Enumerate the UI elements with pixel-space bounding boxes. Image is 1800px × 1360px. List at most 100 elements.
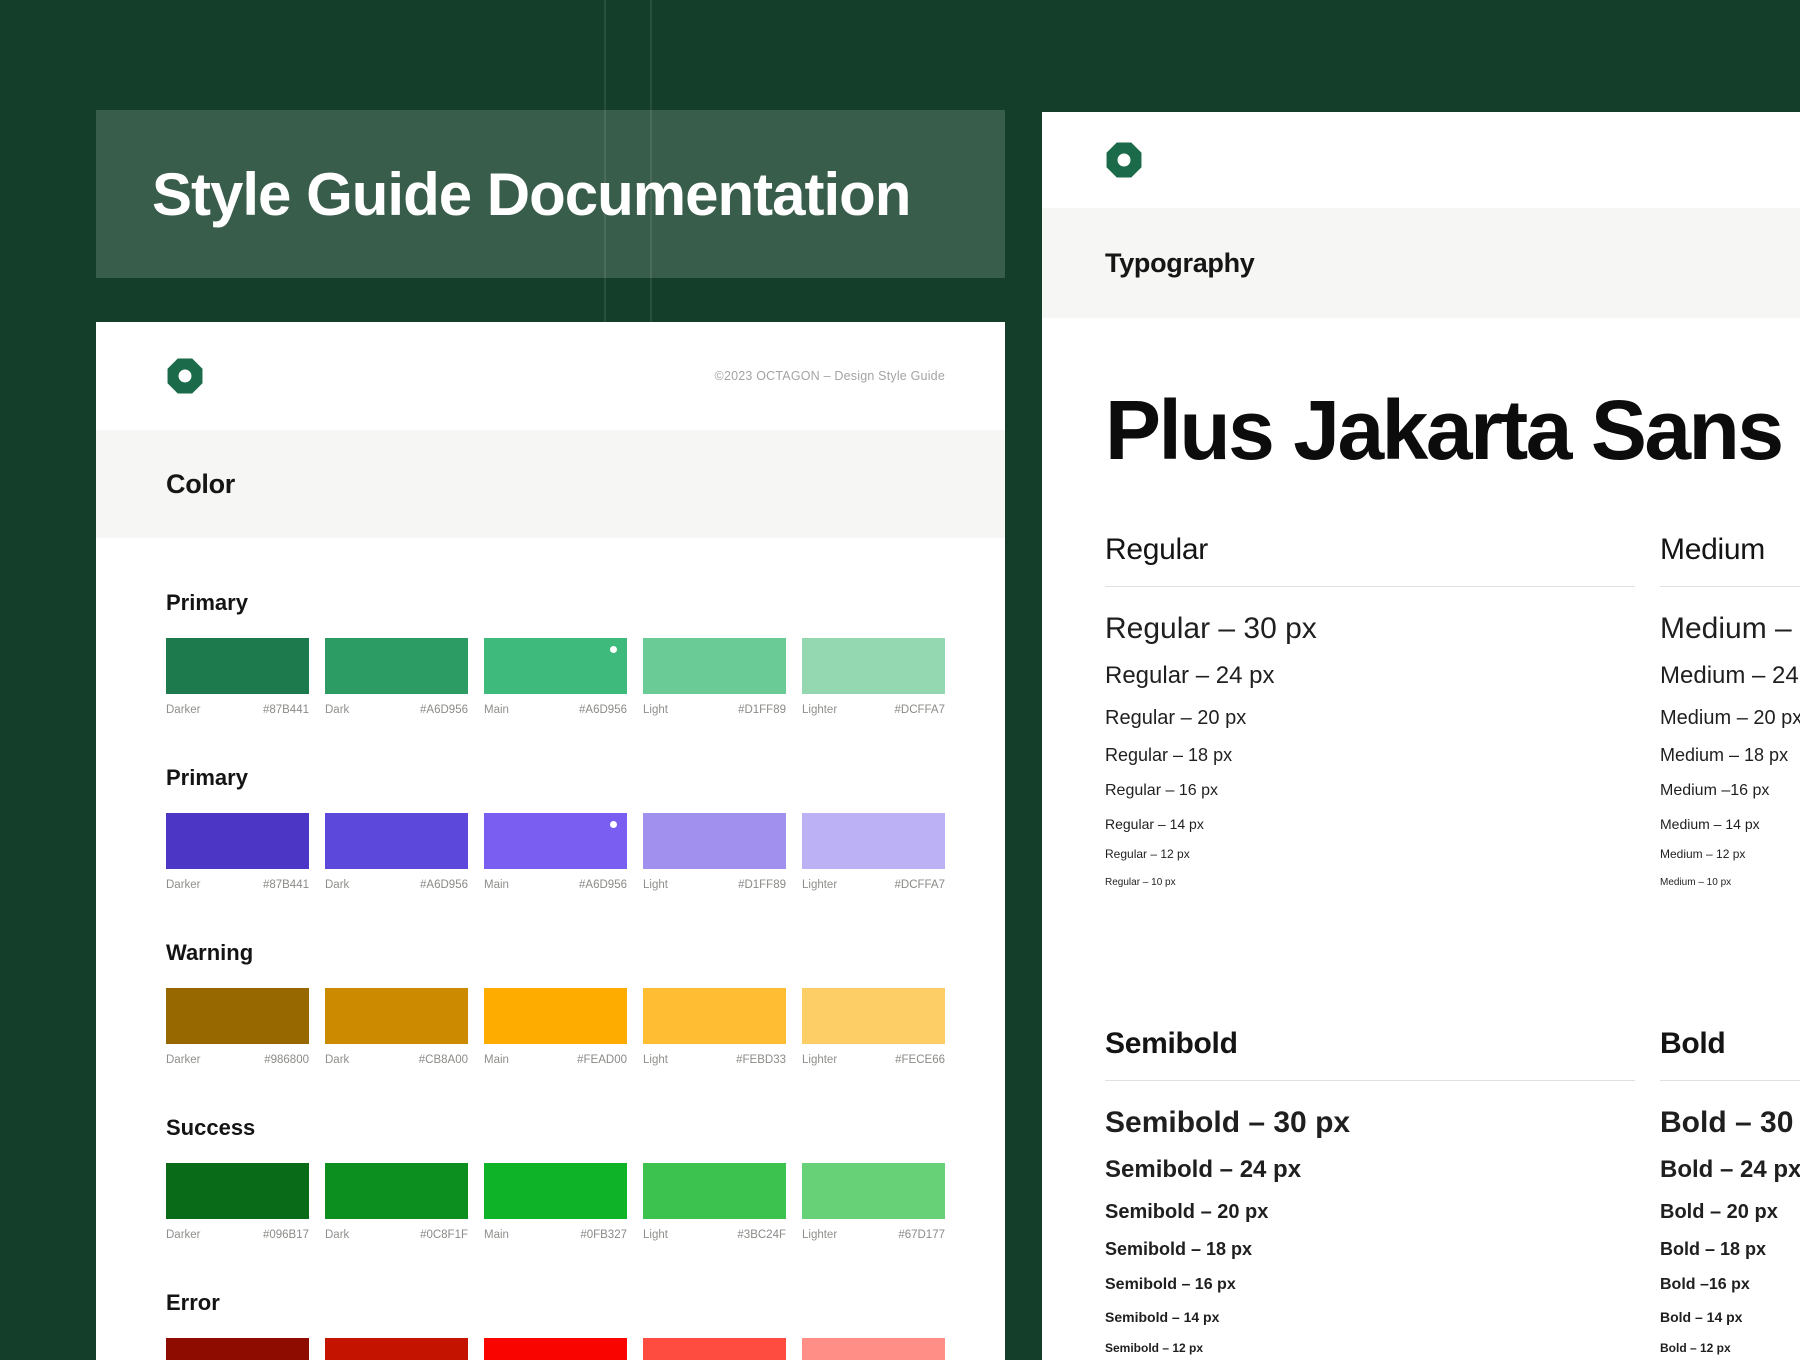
color-swatch — [802, 1338, 945, 1360]
type-size-sample: Bold – 12 px — [1660, 1341, 1800, 1355]
color-section-band: Color — [96, 430, 1005, 538]
main-indicator-dot — [610, 821, 617, 828]
color-group-title: Warning — [166, 940, 945, 966]
color-page-header: ©2023 OCTAGON – Design Style Guide — [96, 322, 1005, 430]
type-size-sample: Medium – 30 px — [1660, 611, 1800, 647]
color-group-title: Primary — [166, 590, 945, 616]
type-size-sample: Semibold – 16 px — [1105, 1275, 1635, 1294]
swatch-caption: Light #D1FF89 — [643, 703, 786, 717]
swatch-hex: #FEBD33 — [736, 1053, 786, 1067]
swatch-row: Darker #87B441 Dark #A6D956 — [166, 813, 945, 892]
swatch-caption: Darker #87B441 — [166, 703, 309, 717]
swatch-name: Dark — [325, 878, 349, 892]
type-weight-title: Bold — [1660, 1026, 1800, 1062]
type-weight-column: Medium Medium – 30 px Medium – 24 px Med… — [1660, 532, 1800, 904]
type-size-sample: Bold – 14 px — [1660, 1309, 1800, 1326]
swatch-row: Darker #986800 Dark #CB8A00 — [166, 988, 945, 1067]
type-size-sample: Regular – 20 px — [1105, 706, 1635, 730]
type-size-sample: Bold – 30 px — [1660, 1105, 1800, 1141]
swatch-caption: Darker #87B441 — [166, 878, 309, 892]
type-column-divider — [1660, 1080, 1800, 1081]
color-swatch: Light #D1FF89 — [643, 638, 786, 717]
swatch-rect — [643, 813, 786, 869]
octagon-logo-icon — [1105, 141, 1143, 179]
type-size-sample: Regular – 18 px — [1105, 745, 1635, 767]
type-size-sample: Bold – 18 px — [1660, 1239, 1800, 1261]
color-group: Warning Darker #986800 — [166, 940, 945, 1067]
color-swatch: Dark #A6D956 — [325, 813, 468, 892]
swatch-rect — [166, 1338, 309, 1360]
swatch-rect — [484, 638, 627, 694]
color-section-title: Color — [166, 469, 235, 500]
swatch-caption: Darker #096B17 — [166, 1228, 309, 1242]
swatch-caption: Dark #A6D956 — [325, 878, 468, 892]
swatch-hex: #67D177 — [898, 1228, 945, 1242]
color-swatch: Light #D1FF89 — [643, 813, 786, 892]
color-group-title: Success — [166, 1115, 945, 1141]
typography-page-header — [1042, 112, 1800, 208]
type-size-sample: Medium –16 px — [1660, 781, 1800, 800]
color-swatch: Lighter #FECE66 — [802, 988, 945, 1067]
swatch-hex: #3BC24F — [737, 1228, 786, 1242]
swatch-caption: Dark #CB8A00 — [325, 1053, 468, 1067]
swatch-name: Main — [484, 1053, 509, 1067]
main-indicator-dot — [610, 646, 617, 653]
swatch-rect — [166, 813, 309, 869]
swatch-rect — [484, 1163, 627, 1219]
swatch-rect — [325, 1338, 468, 1360]
swatch-rect — [643, 1163, 786, 1219]
swatch-hex: #096B17 — [263, 1228, 309, 1242]
type-weight-column: Semibold Semibold – 30 px Semibold – 24 … — [1105, 1026, 1635, 1360]
swatch-name: Light — [643, 703, 668, 717]
type-weight-title: Semibold — [1105, 1026, 1635, 1062]
type-size-sample: Regular – 24 px — [1105, 662, 1635, 691]
swatch-rect — [643, 638, 786, 694]
swatch-hex: #A6D956 — [420, 878, 468, 892]
swatch-caption: Lighter #DCFFA7 — [802, 878, 945, 892]
swatch-name: Darker — [166, 1228, 201, 1242]
swatch-rect — [166, 638, 309, 694]
swatch-caption: Main #A6D956 — [484, 703, 627, 717]
type-weight-grid: Regular Regular – 30 px Regular – 24 px … — [1042, 532, 1800, 1360]
type-size-sample: Regular – 16 px — [1105, 781, 1635, 800]
swatch-hex: #986800 — [264, 1053, 309, 1067]
swatch-hex: #0C8F1F — [420, 1228, 468, 1242]
typography-section-title: Typography — [1105, 248, 1255, 279]
swatch-name: Main — [484, 703, 509, 717]
type-weight-column: Bold Bold – 30 px Bold – 24 px Bold – 20… — [1660, 1026, 1800, 1360]
swatch-hex: #A6D956 — [420, 703, 468, 717]
swatch-name: Main — [484, 1228, 509, 1242]
color-swatch: Dark #0C8F1F — [325, 1163, 468, 1242]
type-size-sample: Medium – 10 px — [1660, 877, 1800, 889]
swatch-rect — [802, 1338, 945, 1360]
swatch-name: Dark — [325, 703, 349, 717]
color-swatch — [643, 1338, 786, 1360]
swatch-caption: Main #0FB327 — [484, 1228, 627, 1242]
color-group-title: Error — [166, 1290, 945, 1316]
swatch-name: Lighter — [802, 878, 837, 892]
swatch-rect — [802, 1163, 945, 1219]
swatch-rect — [802, 638, 945, 694]
type-size-sample: Regular – 14 px — [1105, 816, 1635, 833]
color-swatch: Light #FEBD33 — [643, 988, 786, 1067]
swatch-hex: #A6D956 — [579, 703, 627, 717]
color-swatch — [166, 1338, 309, 1360]
swatch-caption: Dark #0C8F1F — [325, 1228, 468, 1242]
swatch-hex: #FECE66 — [895, 1053, 945, 1067]
type-size-sample: Semibold – 14 px — [1105, 1309, 1635, 1326]
swatch-rect — [166, 988, 309, 1044]
type-column-divider — [1105, 1080, 1635, 1081]
swatch-rect — [643, 988, 786, 1044]
swatch-name: Darker — [166, 878, 201, 892]
color-swatch: Darker #096B17 — [166, 1163, 309, 1242]
swatch-hex: #A6D956 — [579, 878, 627, 892]
swatch-caption: Lighter #67D177 — [802, 1228, 945, 1242]
swatch-name: Light — [643, 878, 668, 892]
type-size-sample: Regular – 12 px — [1105, 847, 1635, 861]
swatch-rect — [484, 813, 627, 869]
type-size-sample: Semibold – 18 px — [1105, 1239, 1635, 1261]
swatch-caption: Light #FEBD33 — [643, 1053, 786, 1067]
swatch-hex: #87B441 — [263, 878, 309, 892]
color-swatch: Lighter #67D177 — [802, 1163, 945, 1242]
type-size-sample: Semibold – 20 px — [1105, 1200, 1635, 1224]
